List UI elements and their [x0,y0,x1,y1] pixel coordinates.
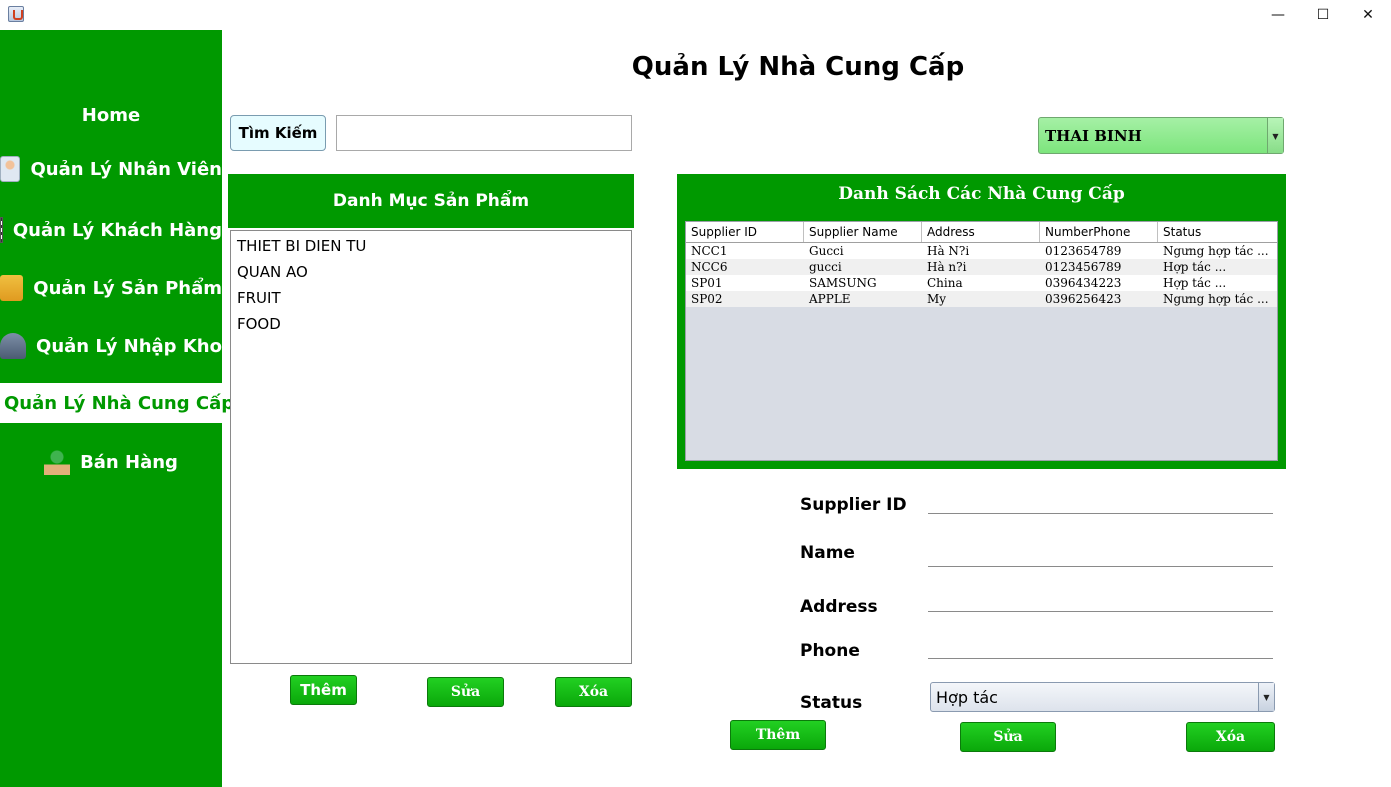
sidebar-item-label: Quản Lý Sản Phẩm [33,277,222,299]
phone-label: Phone [800,641,860,661]
sidebar-item-products[interactable]: Quản Lý Sản Phẩm [0,268,222,308]
category-edit-button[interactable]: Sửa [427,677,504,707]
supplier-table-title: Danh Sách Các Nhà Cung Cấp [838,184,1125,204]
name-field[interactable] [928,566,1273,567]
table-row[interactable]: NCC6 gucci Hà n?i 0123456789 Hợp tác ... [686,259,1277,275]
supplier-id-label: Supplier ID [800,495,907,515]
column-header[interactable]: Supplier Name [804,222,922,242]
column-header[interactable]: Status [1158,222,1277,242]
status-select[interactable]: Hợp tác ▼ [930,682,1275,712]
table-row[interactable]: NCC1 Gucci Hà N?i 0123654789 Ngưng hợp t… [686,243,1277,259]
search-input[interactable] [336,115,632,151]
table-cell: APPLE [809,292,851,306]
category-delete-button[interactable]: Xóa [555,677,632,707]
list-item[interactable]: QUAN AO [231,261,631,287]
address-label: Address [800,597,878,617]
sidebar-item-label: Bán Hàng [80,451,178,473]
table-cell: gucci [809,260,842,274]
table-cell: SP02 [691,292,723,306]
table-cell: Hợp tác ... [1163,276,1227,290]
java-app-icon [8,6,24,22]
table-cell: 0123456789 [1045,260,1122,274]
table-cell: SP01 [691,276,723,290]
table-cell: 0123654789 [1045,244,1122,258]
table-cell: Hà n?i [927,260,967,274]
sidebar-item-label: Quản Lý Nhập Kho [36,335,222,357]
minimize-button[interactable]: — [1255,0,1301,30]
close-button[interactable]: ✕ [1345,0,1391,30]
sidebar: Home Quản Lý Nhân Viên Quản Lý Khách Hàn… [0,30,234,787]
address-field[interactable] [928,611,1273,612]
column-header[interactable]: Address [922,222,1040,242]
search-button[interactable]: Tìm Kiếm [230,115,326,151]
category-header: Danh Mục Sản Phẩm [228,174,634,228]
branch-select[interactable]: THAI BINH ▼ [1038,117,1284,154]
supplier-panel: Danh Sách Các Nhà Cung Cấp Supplier ID S… [677,174,1286,469]
table-row[interactable]: SP02 APPLE My 0396256423 Ngưng hợp tác .… [686,291,1277,307]
sidebar-item-warehouse[interactable]: Quản Lý Nhập Kho [0,326,222,366]
supplier-add-button[interactable]: Thêm [730,720,826,750]
warehouse-icon [0,333,27,359]
name-label: Name [800,543,855,563]
table-cell: China [927,276,963,290]
supplier-table[interactable]: Supplier ID Supplier Name Address Number… [685,221,1278,461]
supplier-delete-button[interactable]: Xóa [1186,722,1275,752]
table-cell: Gucci [809,244,844,258]
table-cell: Ngưng hợp tác ... [1163,292,1269,306]
status-label: Status [800,693,863,713]
sidebar-item-home[interactable]: Home [0,95,222,135]
sidebar-item-label: Quản Lý Khách Hàng [12,219,222,241]
category-add-button[interactable]: Thêm [290,675,357,705]
chevron-down-icon[interactable]: ▼ [1258,683,1274,711]
table-header: Supplier ID Supplier Name Address Number… [686,222,1277,243]
phone-field[interactable] [928,658,1273,659]
chevron-down-icon[interactable]: ▼ [1267,118,1283,153]
sidebar-item-label: Quản Lý Nhân Viên [30,158,222,180]
list-item[interactable]: THIET BI DIEN TU [231,235,631,261]
customer-icon [0,217,3,243]
sidebar-item-sales[interactable]: Bán Hàng [0,442,222,482]
table-cell: NCC1 [691,244,728,258]
column-header[interactable]: NumberPhone [1040,222,1158,242]
window-titlebar: — ☐ ✕ [0,0,1391,30]
page-title: Quản Lý Nhà Cung Cấp [631,52,965,82]
table-cell: 0396256423 [1045,292,1122,306]
table-cell: Hợp tác ... [1163,260,1227,274]
sidebar-item-suppliers[interactable]: Quản Lý Nhà Cung Cấp [0,383,234,423]
category-list[interactable]: THIET BI DIEN TU QUAN AO FRUIT FOOD [230,230,632,664]
table-cell: My [927,292,947,306]
supplier-edit-button[interactable]: Sửa [960,722,1056,752]
status-select-value: Hợp tác [936,687,998,707]
maximize-button[interactable]: ☐ [1300,0,1346,30]
table-cell: Ngưng hợp tác ... [1163,244,1269,258]
sidebar-item-staff[interactable]: Quản Lý Nhân Viên [0,149,222,189]
sidebar-item-label: Quản Lý Nhà Cung Cấp [4,392,235,414]
staff-icon [0,156,21,182]
table-cell: NCC6 [691,260,728,274]
sidebar-item-label: Home [81,104,141,126]
table-cell: 0396434223 [1045,276,1122,290]
supplier-id-field[interactable] [928,513,1273,514]
table-cell: SAMSUNG [809,276,877,290]
product-icon [0,275,24,301]
table-row[interactable]: SP01 SAMSUNG China 0396434223 Hợp tác ..… [686,275,1277,291]
list-item[interactable]: FRUIT [231,287,631,313]
sales-icon [44,449,71,475]
sidebar-item-customers[interactable]: Quản Lý Khách Hàng [0,210,222,250]
list-item[interactable]: FOOD [231,313,631,339]
table-cell: Hà N?i [927,244,970,258]
column-header[interactable]: Supplier ID [686,222,804,242]
branch-select-value: THAI BINH [1045,126,1142,145]
